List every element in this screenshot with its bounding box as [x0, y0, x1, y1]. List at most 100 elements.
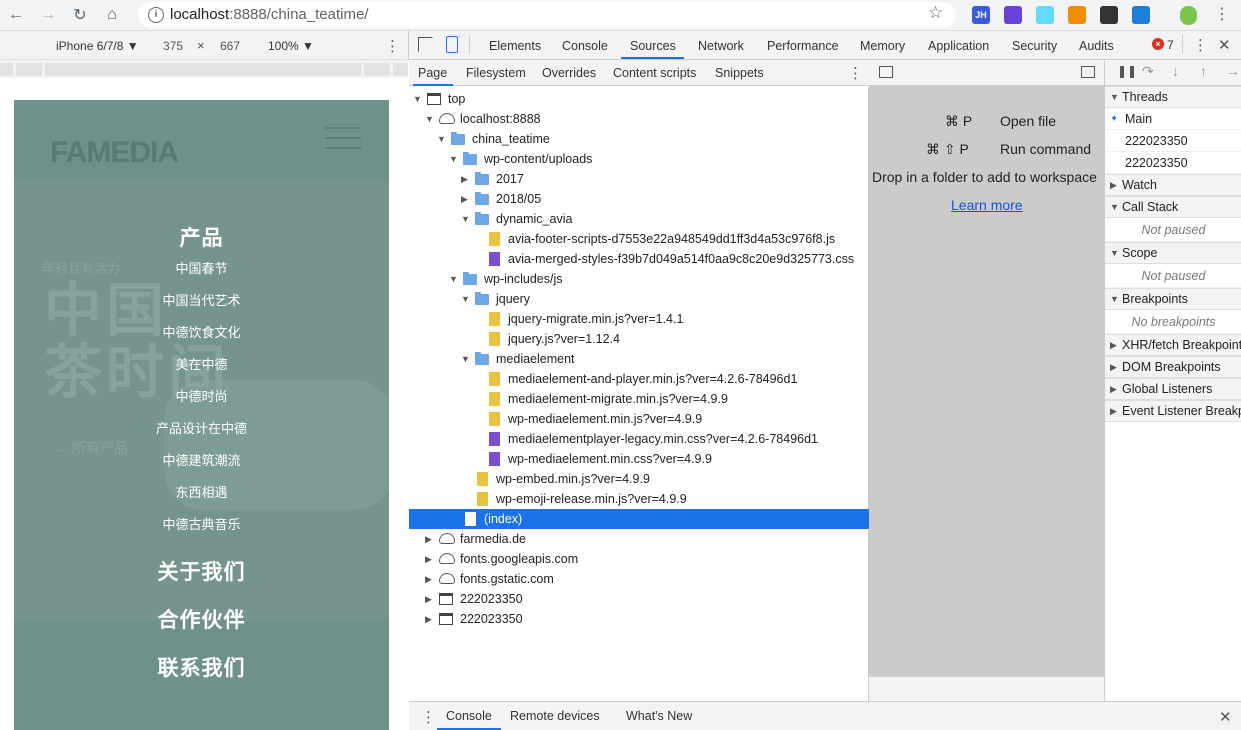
site-logo[interactable]: FAMEDIA	[50, 136, 179, 170]
collapsed-arrow-icon[interactable]: ▶	[425, 529, 432, 549]
submenu-item[interactable]: 中国春节	[14, 258, 389, 277]
global-listeners-section[interactable]: ▶ Global Listeners	[1105, 378, 1241, 400]
navigator-tab-page[interactable]: Page	[418, 66, 447, 80]
tree-item[interactable]: jquery.js?ver=1.12.4	[409, 329, 869, 349]
forward-arrow-icon[interactable]: →	[36, 4, 60, 26]
collapsed-arrow-icon[interactable]: ▶	[1110, 357, 1117, 377]
xhr-breakpoints-section[interactable]: ▶ XHR/fetch Breakpoints	[1105, 334, 1241, 356]
tab-sources[interactable]: Sources	[630, 39, 676, 53]
tree-item[interactable]: ▼ localhost:8888	[409, 109, 869, 129]
tab-network[interactable]: Network	[698, 39, 744, 53]
drawer-menu-icon[interactable]: ⋮	[421, 708, 436, 726]
event-listener-breakpoints-section[interactable]: ▶ Event Listener Breakpoints	[1105, 400, 1241, 422]
tree-item[interactable]: ▶ fonts.googleapis.com	[409, 549, 869, 569]
submenu-item[interactable]: 产品设计在中德	[14, 418, 389, 437]
back-arrow-icon[interactable]: ←	[4, 4, 28, 26]
purple-extension-icon[interactable]	[1004, 6, 1022, 24]
expanded-arrow-icon[interactable]: ▼	[1110, 243, 1119, 263]
collapsed-arrow-icon[interactable]: ▶	[425, 609, 432, 629]
submenu-item[interactable]: 中德时尚	[14, 386, 389, 405]
thread-item[interactable]: ➧ Main	[1105, 108, 1241, 130]
tree-item[interactable]: ▶ 2017	[409, 169, 869, 189]
react-devtools-icon[interactable]	[1036, 6, 1054, 24]
expanded-arrow-icon[interactable]: ▼	[1110, 289, 1119, 309]
menu-about-us[interactable]: 关于我们	[14, 556, 389, 586]
navigator-tab-snippets[interactable]: Snippets	[715, 66, 764, 80]
navigator-tab-filesystem[interactable]: Filesystem	[466, 66, 526, 80]
hamburger-menu-icon[interactable]	[325, 127, 361, 153]
breakpoints-section[interactable]: ▼ Breakpoints	[1105, 288, 1241, 310]
menu-products[interactable]: 产品	[14, 222, 389, 252]
tree-item[interactable]: (index)	[409, 509, 869, 529]
step-over-icon[interactable]: ↷	[1142, 63, 1154, 80]
scope-section[interactable]: ▼ Scope	[1105, 242, 1241, 264]
collapsed-arrow-icon[interactable]: ▶	[425, 589, 432, 609]
device-mode-icon[interactable]	[446, 36, 458, 53]
step-into-icon[interactable]: ↓	[1172, 63, 1179, 79]
tree-item[interactable]: wp-mediaelement.min.js?ver=4.9.9	[409, 409, 869, 429]
tree-item[interactable]: avia-merged-styles-f39b7d049a514f0aa9c8c…	[409, 249, 869, 269]
home-icon[interactable]: ⌂	[100, 4, 124, 26]
media-query-ruler[interactable]	[0, 60, 408, 78]
tab-console[interactable]: Console	[562, 39, 608, 53]
tree-item[interactable]: ▶ fonts.gstatic.com	[409, 569, 869, 589]
tree-item[interactable]: mediaelement-and-player.min.js?ver=4.2.6…	[409, 369, 869, 389]
tree-item[interactable]: ▶ farmedia.de	[409, 529, 869, 549]
submenu-item[interactable]: 中德饮食文化	[14, 322, 389, 341]
tree-item[interactable]: ▼ jquery	[409, 289, 869, 309]
tree-item[interactable]: wp-mediaelement.min.css?ver=4.9.9	[409, 449, 869, 469]
expanded-arrow-icon[interactable]: ▼	[437, 129, 446, 149]
error-count[interactable]: 7	[1167, 38, 1174, 52]
collapsed-arrow-icon[interactable]: ▶	[461, 169, 468, 189]
qr-code-extension-icon[interactable]	[1100, 6, 1118, 24]
toggle-navigator-icon[interactable]	[879, 66, 893, 78]
tab-audits[interactable]: Audits	[1079, 39, 1114, 53]
submenu-item[interactable]: 中国当代艺术	[14, 290, 389, 309]
submenu-item[interactable]: 东西相遇	[14, 482, 389, 501]
tab-performance[interactable]: Performance	[767, 39, 839, 53]
expanded-arrow-icon[interactable]: ▼	[1110, 87, 1119, 107]
collapsed-arrow-icon[interactable]: ▶	[461, 189, 468, 209]
expanded-arrow-icon[interactable]: ▼	[461, 209, 470, 229]
step-icon[interactable]: →	[1226, 63, 1240, 79]
close-devtools-icon[interactable]: ✕	[1218, 36, 1231, 54]
tree-item[interactable]: ▼ china_teatime	[409, 129, 869, 149]
blue-globe-extension-icon[interactable]	[1132, 6, 1150, 24]
thread-item[interactable]: 222023350	[1105, 152, 1241, 174]
collapsed-arrow-icon[interactable]: ▶	[1110, 379, 1117, 399]
tree-item[interactable]: avia-footer-scripts-d7553e22a948549dd1ff…	[409, 229, 869, 249]
menu-partners[interactable]: 合作伙伴	[14, 604, 389, 634]
chrome-menu-icon[interactable]: ⋮	[1214, 4, 1230, 24]
tree-item[interactable]: ▶ 222023350	[409, 609, 869, 629]
tree-item[interactable]: ▼ wp-content/uploads	[409, 149, 869, 169]
reload-icon[interactable]: ↻	[68, 4, 92, 26]
drawer-tab-remote-devices[interactable]: Remote devices	[510, 709, 600, 723]
close-drawer-icon[interactable]: ✕	[1219, 708, 1232, 726]
threads-section[interactable]: ▼ Threads	[1105, 86, 1241, 108]
address-url[interactable]: localhost:8888/china_teatime/	[170, 6, 368, 23]
jh-extension-icon[interactable]: JH	[972, 6, 990, 24]
learn-more-link[interactable]: Learn more	[951, 197, 1023, 213]
collapsed-arrow-icon[interactable]: ▶	[425, 569, 432, 589]
tree-item[interactable]: ▼ top	[409, 89, 869, 109]
tree-item[interactable]: wp-emoji-release.min.js?ver=4.9.9	[409, 489, 869, 509]
tree-item[interactable]: ▼ wp-includes/js	[409, 269, 869, 289]
device-height-input[interactable]: 667	[220, 39, 240, 53]
error-icon[interactable]: ×	[1152, 38, 1164, 50]
expanded-arrow-icon[interactable]: ▼	[461, 289, 470, 309]
expanded-arrow-icon[interactable]: ▼	[425, 109, 434, 129]
submenu-item[interactable]: 中德建筑潮流	[14, 450, 389, 469]
drawer-tab-what-s-new[interactable]: What's New	[626, 709, 692, 723]
tree-item[interactable]: ▶ 2018/05	[409, 189, 869, 209]
tab-memory[interactable]: Memory	[860, 39, 905, 53]
expanded-arrow-icon[interactable]: ▼	[413, 89, 422, 109]
tree-item[interactable]: ▶ 222023350	[409, 589, 869, 609]
tree-item[interactable]: mediaelement-migrate.min.js?ver=4.9.9	[409, 389, 869, 409]
tree-item[interactable]: ▼ mediaelement	[409, 349, 869, 369]
collapsed-arrow-icon[interactable]: ▶	[425, 549, 432, 569]
navigator-tab-overrides[interactable]: Overrides	[542, 66, 596, 80]
device-width-input[interactable]: 375	[163, 39, 183, 53]
bookmark-star-icon[interactable]: ☆	[928, 3, 943, 23]
submenu-item[interactable]: 中德古典音乐	[14, 514, 389, 533]
devtools-menu-icon[interactable]: ⋮	[1193, 36, 1208, 54]
